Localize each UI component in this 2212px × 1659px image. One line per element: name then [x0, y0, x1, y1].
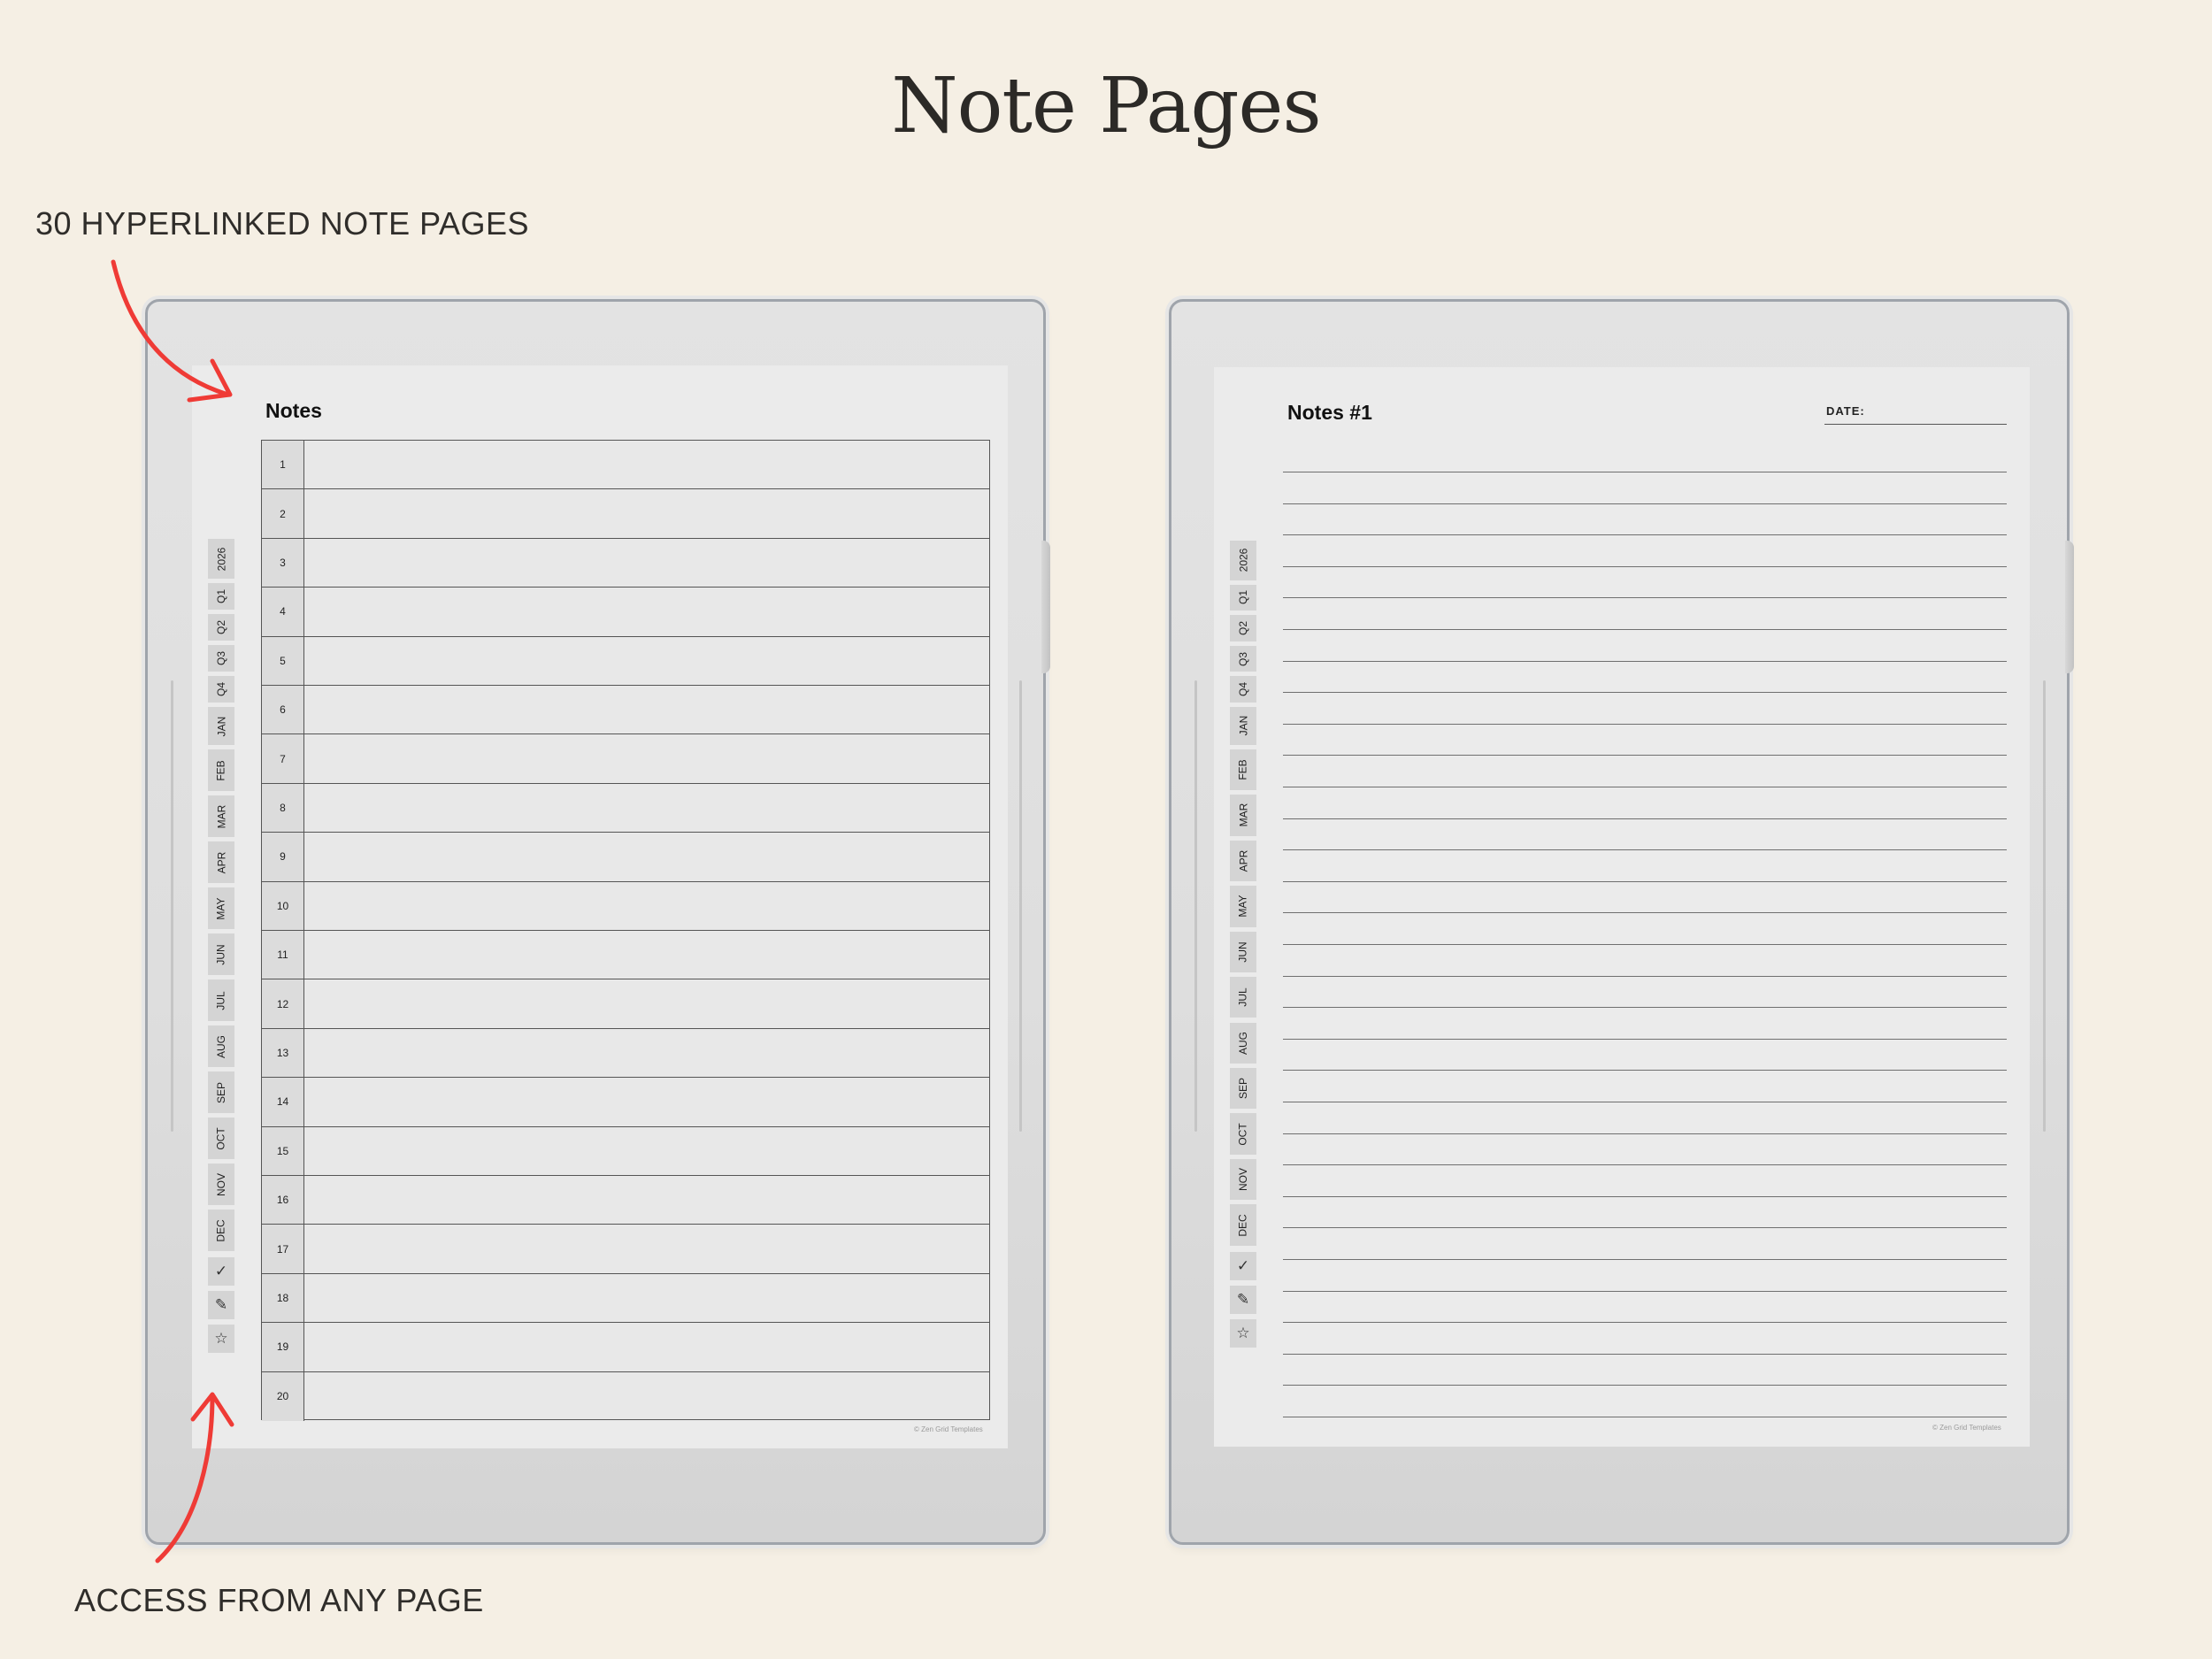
arrow-to-notes-title — [111, 259, 231, 397]
arrow-to-nav-icons — [155, 1394, 215, 1563]
arrow-icon — [111, 259, 234, 1563]
